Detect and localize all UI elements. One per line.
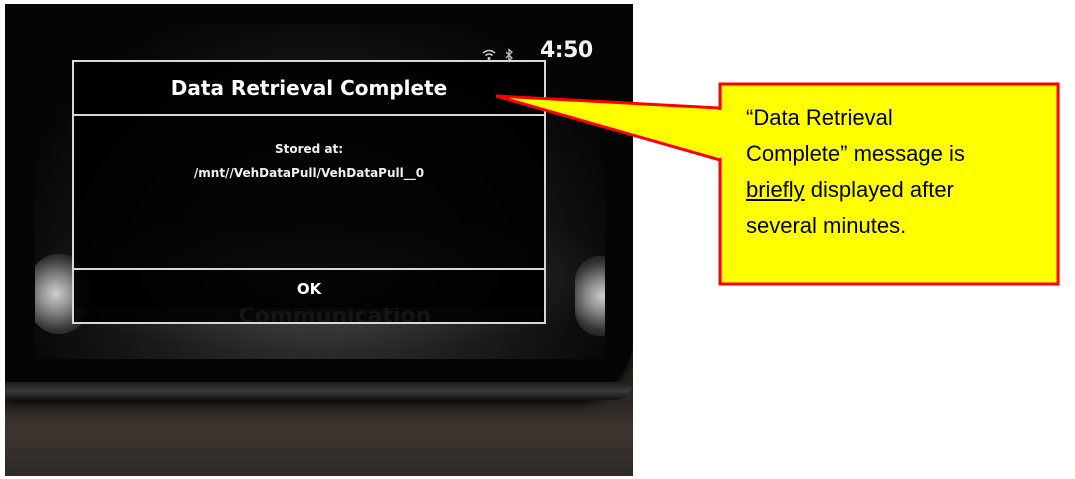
callout-pointer-joint: [718, 110, 723, 158]
callout-line-2: Complete” message is: [746, 141, 965, 166]
callout-line-1: “Data Retrieval: [746, 105, 893, 130]
callout-line-4: several minutes.: [746, 213, 907, 238]
callout-line-3: briefly displayed after: [746, 172, 1056, 208]
callout-line-3-rest: displayed after: [804, 177, 954, 202]
callout-underlined-word: briefly: [746, 177, 805, 202]
callout-pointer: [495, 94, 722, 162]
callout-text: “Data Retrieval Complete” message is bri…: [746, 100, 1056, 244]
